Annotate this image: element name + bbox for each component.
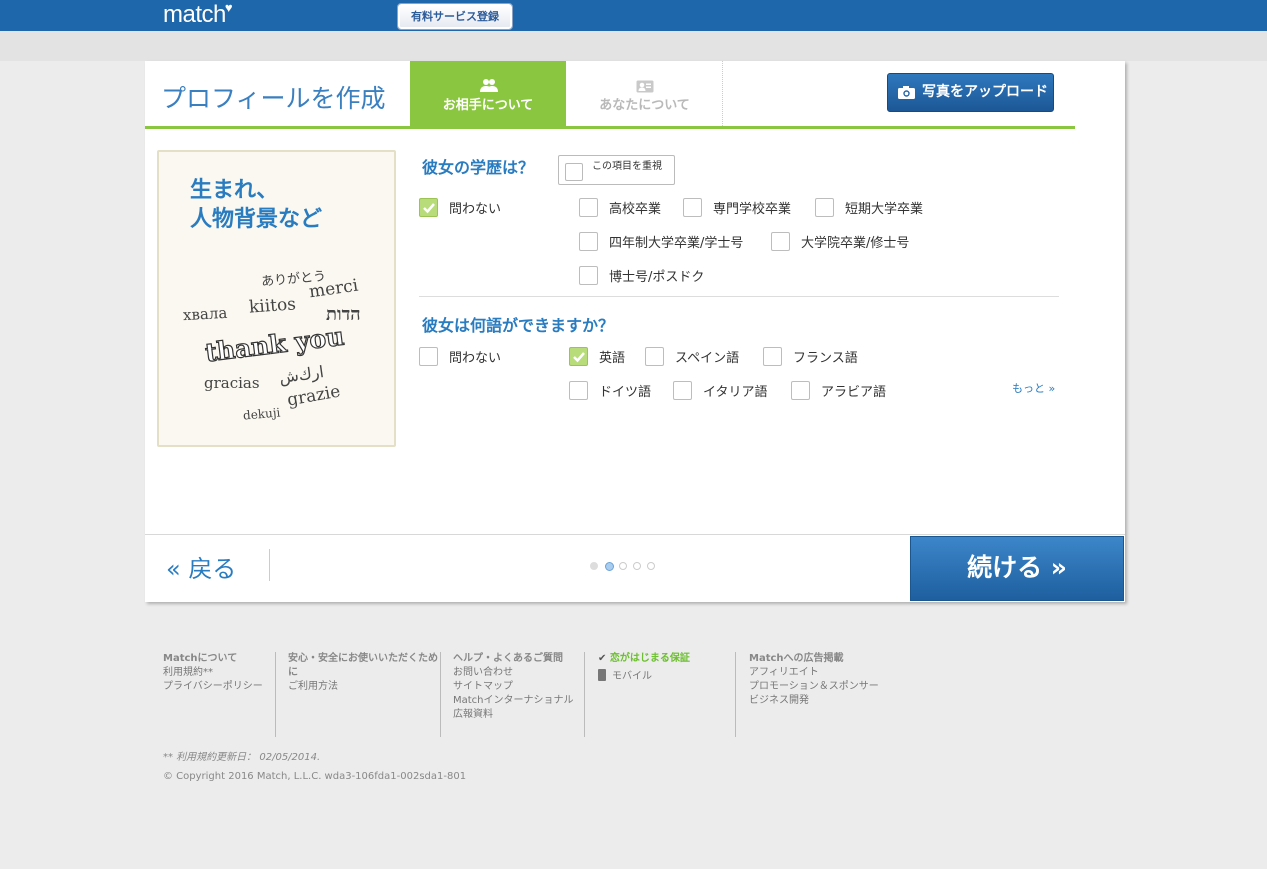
checkbox[interactable] bbox=[763, 347, 782, 366]
progress-dot bbox=[590, 562, 598, 570]
heart-icon: ♥ bbox=[224, 0, 233, 15]
checkbox[interactable] bbox=[683, 198, 702, 217]
tab-about-you[interactable]: あなたについて bbox=[566, 61, 723, 126]
progress-dots bbox=[590, 561, 660, 572]
premium-signup-button[interactable]: 有料サービス登録 bbox=[397, 3, 513, 30]
footer-link-affiliate[interactable]: アフィリエイト bbox=[749, 666, 899, 680]
side-panel-title: 生まれ、 人物背景など bbox=[190, 178, 323, 232]
footer-separator bbox=[275, 652, 276, 737]
option-label: 問わない bbox=[449, 351, 502, 366]
checkbox-checked[interactable] bbox=[569, 347, 588, 366]
checkbox[interactable] bbox=[579, 232, 598, 251]
tab-label: あなたについて bbox=[599, 98, 690, 113]
wizard-navigation: « 戻る 続ける » bbox=[145, 534, 1125, 602]
footer-col-advertising: Matchへの広告掲載 アフィリエイト プロモーション＆スポンサー ビジネス開発 bbox=[749, 652, 899, 708]
footer-link-promotion[interactable]: プロモーション＆スポンサー bbox=[749, 680, 899, 694]
footer-separator bbox=[584, 652, 585, 737]
section-divider bbox=[419, 296, 1059, 297]
footer-col-about: Matchについて 利用規約** プライバシーポリシー bbox=[163, 652, 273, 694]
checkmark-icon: ✔ bbox=[598, 653, 607, 664]
footer-link-terms[interactable]: 利用規約** bbox=[163, 666, 273, 680]
checkbox-checked[interactable] bbox=[419, 198, 438, 217]
footer-col-safety: 安心・安全にお使いいただくために ご利用方法 bbox=[288, 652, 438, 694]
option-label: 専門学校卒業 bbox=[713, 202, 792, 217]
people-icon bbox=[480, 79, 498, 92]
option-label: アラビア語 bbox=[821, 385, 887, 400]
more-languages-link[interactable]: もっと » bbox=[1012, 380, 1055, 396]
continue-button[interactable]: 続ける » bbox=[910, 536, 1124, 601]
footer-heading[interactable]: Matchへの広告掲載 bbox=[749, 652, 899, 666]
footer-link-sitemap[interactable]: サイトマップ bbox=[453, 680, 583, 694]
option-label: 大学院卒業/修士号 bbox=[801, 236, 910, 251]
mark-important-label: この項目を重視 bbox=[592, 161, 662, 172]
checkbox[interactable] bbox=[419, 347, 438, 366]
tab-underline bbox=[145, 126, 1075, 129]
option-label: 四年制大学卒業/学士号 bbox=[609, 236, 744, 251]
option-label: 高校卒業 bbox=[609, 202, 662, 217]
top-bar: match♥ 有料サービス登録 bbox=[0, 0, 1267, 31]
footer-heading[interactable]: 安心・安全にお使いいただくために bbox=[288, 652, 438, 680]
footer-link-privacy[interactable]: プライバシーポリシー bbox=[163, 680, 273, 694]
progress-dot-current bbox=[605, 561, 614, 571]
education-question: 彼女の学歴は？ bbox=[422, 158, 535, 177]
page-title: プロフィールを作成 bbox=[161, 84, 386, 113]
option-label: フランス語 bbox=[793, 351, 858, 366]
match-logo[interactable]: match♥ bbox=[163, 0, 233, 29]
mobile-phone-icon bbox=[598, 669, 606, 681]
check-icon bbox=[423, 203, 435, 214]
footer-col-guarantee: ✔ 恋がはじまる保証 モバイル bbox=[598, 652, 733, 684]
checkbox[interactable] bbox=[569, 381, 588, 400]
option-label: ドイツ語 bbox=[599, 385, 652, 400]
footer-heading[interactable]: Matchについて bbox=[163, 652, 273, 666]
checkbox[interactable] bbox=[579, 266, 598, 285]
option-label: 博士号/ポスドク bbox=[609, 270, 705, 285]
profile-card-icon bbox=[636, 80, 654, 93]
footer-link-international[interactable]: Matchインターナショナル bbox=[453, 694, 583, 708]
camera-icon bbox=[898, 86, 915, 99]
upload-photo-label: 写真をアップロード bbox=[922, 84, 1048, 100]
footer-link-business[interactable]: ビジネス開発 bbox=[749, 694, 899, 708]
checkbox[interactable] bbox=[673, 381, 692, 400]
checkbox[interactable] bbox=[771, 232, 790, 251]
footer-link-how-to-use[interactable]: ご利用方法 bbox=[288, 680, 438, 694]
option-label: 短期大学卒業 bbox=[845, 202, 924, 217]
checkbox[interactable] bbox=[565, 163, 583, 181]
footer-heading[interactable]: ✔ 恋がはじまる保証 bbox=[598, 652, 733, 666]
back-button[interactable]: « 戻る bbox=[166, 549, 236, 584]
terms-update-note: ** 利用規約更新日： 02/05/2014. bbox=[163, 752, 321, 763]
footer-link-contact[interactable]: お問い合わせ bbox=[453, 666, 583, 680]
sub-bar bbox=[0, 31, 1267, 61]
footer-separator bbox=[735, 652, 736, 737]
checkbox[interactable] bbox=[579, 198, 598, 217]
footer-col-help: ヘルプ・よくあるご質問 お問い合わせ サイトマップ Matchインターナショナル… bbox=[453, 652, 583, 722]
footer-link-press[interactable]: 広報資料 bbox=[453, 708, 583, 722]
tab-label: お相手について bbox=[442, 98, 534, 113]
progress-dot bbox=[619, 562, 627, 570]
mark-important-checkbox[interactable]: この項目を重視 bbox=[558, 155, 675, 185]
footer-separator bbox=[440, 652, 441, 737]
footer-heading[interactable]: ヘルプ・よくあるご質問 bbox=[453, 652, 583, 666]
profile-card: プロフィールを作成 お相手について あなたについて 写真をアップロード 生まれ、… bbox=[145, 61, 1125, 602]
progress-dot bbox=[647, 562, 655, 570]
copyright: © Copyright 2016 Match, L.L.C. wda3-106f… bbox=[163, 771, 467, 782]
option-label: 問わない bbox=[449, 202, 502, 217]
option-label: イタリア語 bbox=[703, 385, 768, 400]
footer-link-mobile[interactable]: モバイル bbox=[598, 669, 733, 684]
tab-about-partner[interactable]: お相手について bbox=[410, 61, 566, 126]
check-icon bbox=[573, 352, 585, 363]
upload-photo-button[interactable]: 写真をアップロード bbox=[887, 73, 1054, 112]
option-label: スペイン語 bbox=[675, 351, 740, 366]
progress-dot bbox=[633, 562, 641, 570]
checkbox[interactable] bbox=[791, 381, 810, 400]
side-info-panel: 生まれ、 人物背景など ありがとう merci хвала kiitos הדו… bbox=[157, 150, 396, 447]
languages-question: 彼女は何語ができますか？ bbox=[422, 316, 615, 335]
option-label: 英語 bbox=[599, 351, 626, 366]
nav-separator bbox=[269, 549, 270, 581]
checkbox[interactable] bbox=[815, 198, 834, 217]
checkbox[interactable] bbox=[645, 347, 664, 366]
